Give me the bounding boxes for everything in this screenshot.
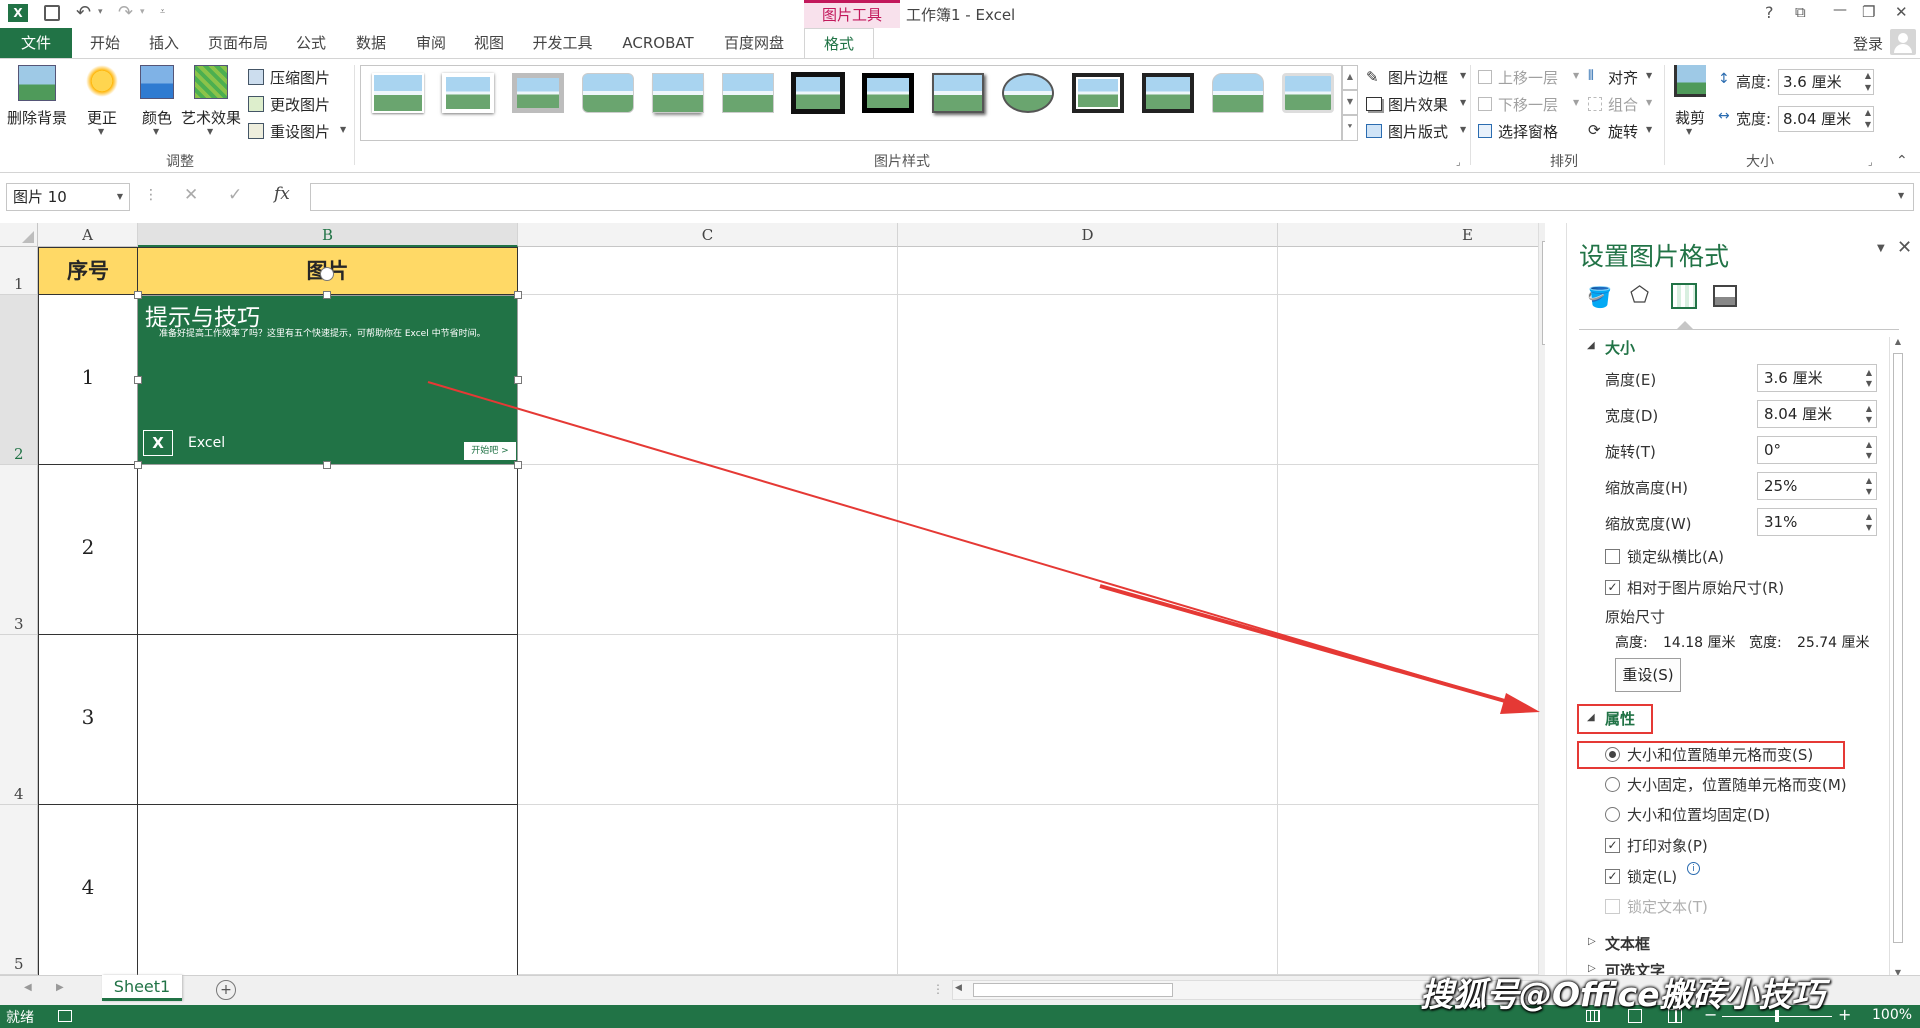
- rotation-label: 旋转(T): [1605, 443, 1656, 461]
- format-picture-pane: 设置图片格式 ▼ ✕ 🪣 ⬠ ◢ 大小 高度(E) 3.6 厘米 ▲ ▼ 宽度(D)…: [1566, 223, 1920, 998]
- next-sheet-icon[interactable]: ▶: [56, 982, 64, 993]
- move-and-size-radio[interactable]: [1605, 747, 1620, 762]
- locked-label: 锁定(L): [1627, 868, 1678, 886]
- print-object-checkbox[interactable]: ✓: [1605, 838, 1620, 853]
- info-icon[interactable]: i: [1687, 862, 1700, 875]
- lock-text-checkbox: [1605, 899, 1620, 914]
- width-input[interactable]: 8.04 厘米 ▲ ▼: [1757, 400, 1877, 428]
- properties-section-header[interactable]: 属性: [1605, 708, 1635, 729]
- move-and-size-label: 大小和位置随单元格而变(S): [1627, 746, 1814, 764]
- dont-move-or-size-radio[interactable]: [1605, 807, 1620, 822]
- collapse-icon[interactable]: ◢: [1587, 712, 1595, 723]
- watermark-text: 搜狐号@Office搬砖小技巧: [1420, 975, 1825, 1014]
- macro-record-icon[interactable]: [58, 1010, 72, 1022]
- move-not-size-label: 大小固定，位置随单元格而变(M): [1627, 776, 1847, 794]
- new-sheet-icon[interactable]: +: [216, 980, 236, 1000]
- height-input[interactable]: 3.6 厘米 ▲ ▼: [1757, 364, 1877, 392]
- sheet-tab-label: Sheet1: [113, 977, 171, 996]
- spin-arrows-icon[interactable]: ▲ ▼: [1866, 511, 1872, 533]
- expand-icon[interactable]: ▷: [1588, 936, 1596, 947]
- width-label: 宽度(D): [1605, 407, 1659, 425]
- rotation-input[interactable]: 0° ▲ ▼: [1757, 436, 1877, 464]
- pane-close-icon[interactable]: ✕: [1897, 237, 1912, 258]
- scale-width-input[interactable]: 31% ▲ ▼: [1757, 508, 1877, 536]
- picture-icon[interactable]: [1713, 285, 1737, 307]
- pane-tab-indicator: [1677, 321, 1693, 329]
- pane-scrollbar[interactable]: ▲ ▼: [1889, 337, 1905, 977]
- dont-move-or-size-label: 大小和位置均固定(D): [1627, 806, 1771, 824]
- height-value: 3.6 厘米: [1764, 369, 1823, 387]
- scale-height-value: 25%: [1764, 477, 1798, 495]
- spin-arrows-icon[interactable]: ▲ ▼: [1866, 367, 1872, 389]
- tab-split-handle[interactable]: ⋮: [932, 982, 944, 996]
- size-section-header[interactable]: 大小: [1605, 337, 1635, 358]
- pane-tab-separator: [1579, 329, 1899, 330]
- orig-height-label: 高度:: [1615, 635, 1648, 651]
- print-object-label: 打印对象(P): [1627, 837, 1708, 855]
- fill-line-icon[interactable]: 🪣: [1587, 285, 1612, 309]
- zoom-in-icon[interactable]: +: [1838, 1005, 1851, 1024]
- size-properties-icon[interactable]: [1671, 283, 1697, 309]
- spin-arrows-icon[interactable]: ▲ ▼: [1866, 439, 1872, 461]
- height-label: 高度(E): [1605, 371, 1657, 389]
- scroll-thumb[interactable]: [1893, 353, 1903, 943]
- move-not-size-radio[interactable]: [1605, 777, 1620, 792]
- orig-height-value: 14.18 厘米: [1663, 635, 1736, 651]
- locked-checkbox[interactable]: ✓: [1605, 869, 1620, 884]
- zoom-level[interactable]: 100%: [1872, 1007, 1912, 1023]
- spin-arrows-icon[interactable]: ▲ ▼: [1866, 475, 1872, 497]
- scroll-left-icon[interactable]: ◀: [955, 983, 962, 993]
- reset-size-button[interactable]: 重设(S): [1615, 658, 1681, 692]
- relative-original-checkbox[interactable]: ✓: [1605, 580, 1620, 595]
- pane-title: 设置图片格式: [1579, 242, 1730, 271]
- effects-pentagon-icon[interactable]: ⬠: [1630, 283, 1649, 308]
- scroll-thumb[interactable]: [973, 983, 1173, 997]
- textbox-section-header[interactable]: 文本框: [1605, 933, 1650, 954]
- scroll-up-icon[interactable]: ▲: [1890, 337, 1906, 346]
- scale-width-value: 31%: [1764, 513, 1798, 531]
- rotation-value: 0°: [1764, 441, 1782, 459]
- pane-options-icon[interactable]: ▼: [1877, 243, 1885, 254]
- scale-width-label: 缩放宽度(W): [1605, 515, 1692, 533]
- collapse-icon[interactable]: ◢: [1587, 340, 1595, 351]
- lock-aspect-label: 锁定纵横比(A): [1627, 548, 1724, 566]
- orig-width-value: 25.74 厘米: [1797, 635, 1870, 651]
- status-ready: 就绪: [6, 1010, 34, 1026]
- lock-text-label: 锁定文本(T): [1627, 898, 1708, 916]
- orig-width-label: 宽度:: [1749, 635, 1782, 651]
- spin-arrows-icon[interactable]: ▲ ▼: [1866, 403, 1872, 425]
- prev-sheet-icon[interactable]: ◀: [24, 982, 32, 993]
- lock-aspect-checkbox[interactable]: [1605, 549, 1620, 564]
- scale-height-input[interactable]: 25% ▲ ▼: [1757, 472, 1877, 500]
- width-value: 8.04 厘米: [1764, 405, 1833, 423]
- scale-height-label: 缩放高度(H): [1605, 479, 1688, 497]
- original-size-label: 原始尺寸: [1605, 608, 1666, 626]
- sheet-tab-sheet1[interactable]: Sheet1: [102, 975, 182, 1001]
- reset-size-label: 重设(S): [1622, 666, 1674, 684]
- relative-original-label: 相对于图片原始尺寸(R): [1627, 579, 1785, 597]
